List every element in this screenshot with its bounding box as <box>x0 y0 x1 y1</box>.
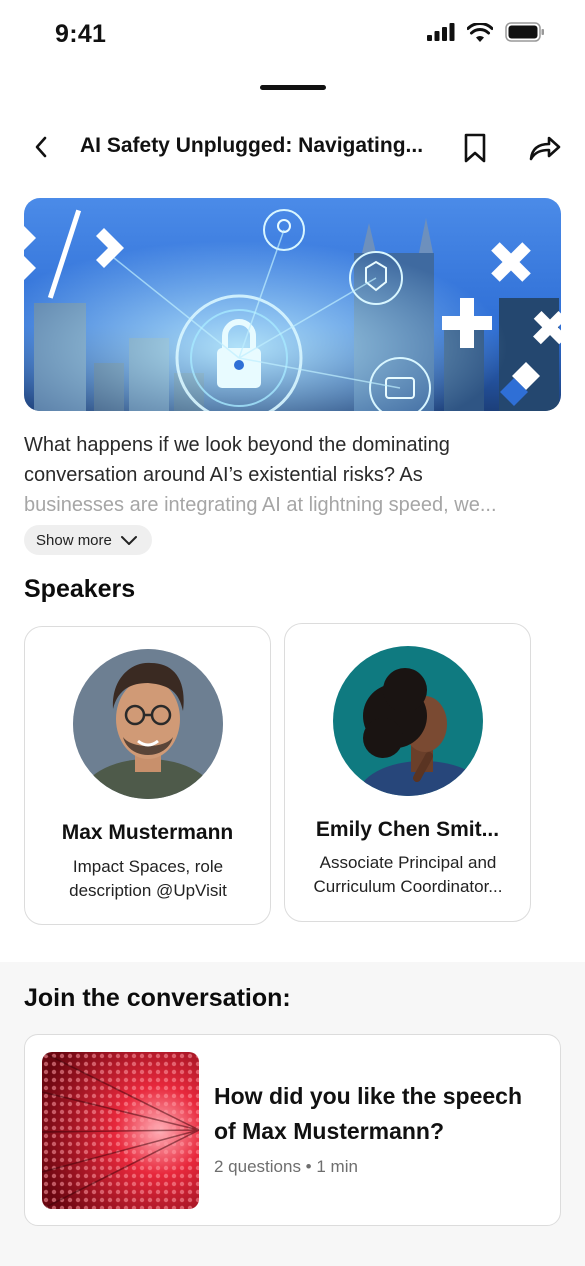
speaker-role-line: Impact Spaces, role <box>72 857 224 876</box>
status-time: 9:41 <box>55 20 107 48</box>
signal-icon <box>427 23 455 41</box>
sheet-grab-handle[interactable] <box>260 85 326 90</box>
chevron-down-icon <box>120 536 137 545</box>
quiz-card[interactable]: How did you like the speech of Max Muste… <box>24 1034 561 1226</box>
speakers-heading: Speakers <box>24 575 136 603</box>
speaker-card[interactable]: Max Mustermann Impact Spaces, role descr… <box>24 626 271 925</box>
speaker-role: Associate Principal and Curriculum Coord… <box>297 851 519 899</box>
avatar <box>73 649 223 799</box>
share-arrow-icon <box>529 136 561 161</box>
speaker-role-line: Associate Principal and <box>319 853 497 872</box>
show-more-button[interactable]: Show more <box>24 525 152 555</box>
speaker-name: Emily Chen Smit... <box>315 818 500 841</box>
wifi-icon <box>467 22 493 42</box>
speaker-role: Impact Spaces, role description @UpVisit <box>37 855 259 903</box>
quiz-meta: 2 questions • 1 min <box>214 1157 358 1176</box>
page-title: AI Safety Unplugged: Navigating... <box>80 134 424 157</box>
avatar <box>333 646 483 796</box>
bookmark-button[interactable] <box>460 130 490 166</box>
speaker-card[interactable]: Emily Chen Smit... Associate Principal a… <box>284 623 531 922</box>
status-bar: 9:41 <box>0 0 585 70</box>
speaker-name: Max Mustermann <box>61 821 234 844</box>
quiz-title-line: of Max Mustermann? <box>214 1118 445 1144</box>
event-description: What happens if we look beyond the domin… <box>24 430 564 520</box>
header: AI Safety Unplugged: Navigating... <box>0 122 585 174</box>
description-line: What happens if we look beyond the domin… <box>24 434 450 456</box>
bookmark-icon <box>464 133 486 163</box>
status-icons <box>427 22 545 42</box>
chevron-left-icon <box>35 136 47 158</box>
conversation-section: Join the conversation: How did you like … <box>0 962 585 1266</box>
speaker-role-line: description @UpVisit <box>69 881 227 900</box>
battery-icon <box>505 22 544 42</box>
speaker-role-line: Curriculum Coordinator... <box>313 877 503 896</box>
conversation-heading: Join the conversation: <box>24 984 291 1012</box>
description-line: conversation around AI’s existential ris… <box>24 464 423 486</box>
quiz-title-line: How did you like the speech <box>214 1083 523 1109</box>
back-button[interactable] <box>28 132 54 162</box>
quiz-thumbnail <box>42 1052 199 1209</box>
share-button[interactable] <box>526 130 564 166</box>
hero-image <box>24 198 561 411</box>
quiz-title: How did you like the speech of Max Muste… <box>214 1079 549 1149</box>
show-more-label: Show more <box>36 531 112 549</box>
description-line: businesses are integrating AI at lightni… <box>24 494 497 516</box>
